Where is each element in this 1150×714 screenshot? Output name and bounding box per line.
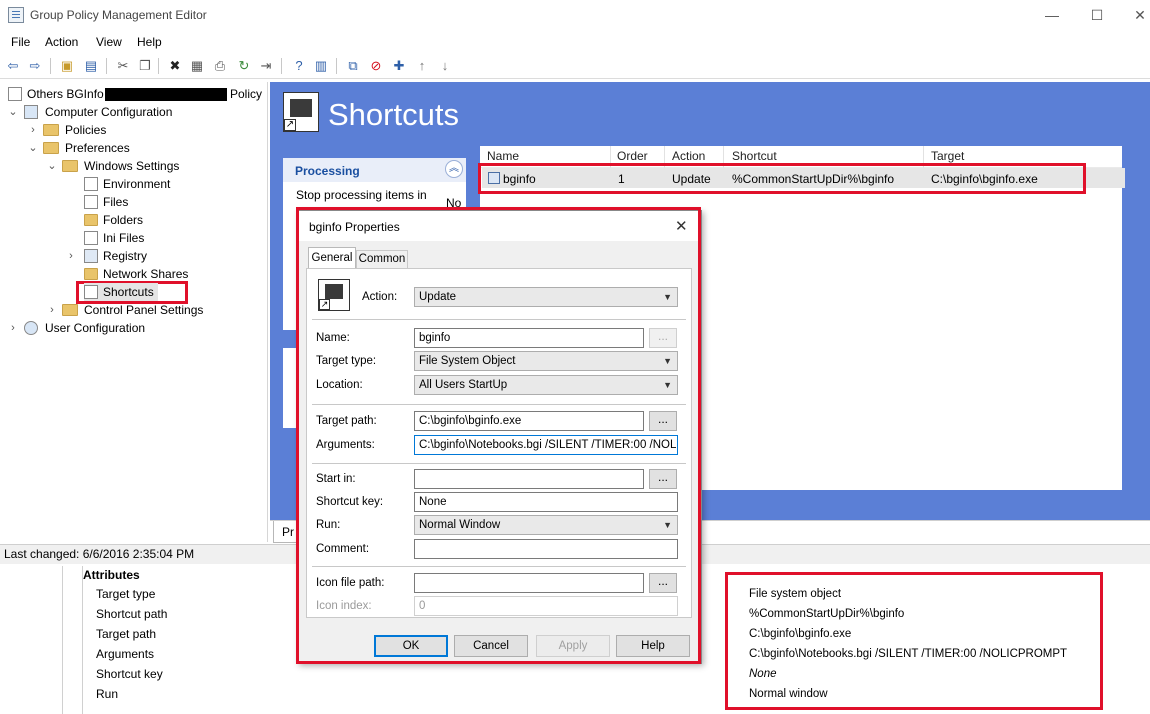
tree-label: User Configuration	[45, 321, 146, 335]
menu-help[interactable]: Help	[137, 35, 162, 49]
shortcuts-banner-icon: ↗	[283, 92, 319, 132]
title-bar: Group Policy Management Editor — ☐ ✕	[0, 0, 1150, 30]
tree-label: Environment	[103, 177, 171, 191]
folder-icon	[43, 124, 59, 136]
move-up-icon[interactable]: ↑	[413, 57, 431, 75]
export-icon[interactable]: ⇥	[257, 57, 275, 75]
folder-icon	[62, 160, 78, 172]
registry-icon	[84, 249, 98, 263]
tree-label: Shortcuts	[103, 285, 154, 299]
add-icon[interactable]: ✚	[390, 57, 408, 75]
tree-label: Folders	[103, 213, 144, 227]
second-panel	[283, 348, 297, 428]
attr-label: Target path	[96, 627, 157, 641]
help-icon[interactable]: ?	[290, 57, 308, 75]
user-icon	[24, 321, 38, 335]
redacted-block	[105, 88, 227, 101]
close-button[interactable]: ✕	[1130, 6, 1150, 24]
chevron-down-icon[interactable]: ⌄	[28, 139, 38, 157]
chevron-right-icon[interactable]: ›	[66, 247, 76, 265]
attr-label: Run	[96, 687, 119, 701]
window-title: Group Policy Management Editor	[30, 8, 207, 22]
tree-root-suffix: Policy	[230, 87, 263, 101]
files-icon	[84, 195, 98, 209]
page-title: Shortcuts	[328, 97, 459, 132]
up-folder-icon[interactable]: ▣	[58, 57, 76, 75]
copy-icon[interactable]: ❐	[136, 57, 154, 75]
refresh-icon[interactable]: ↻	[235, 57, 253, 75]
network-share-icon	[84, 268, 98, 280]
tree-label: Preferences	[65, 141, 130, 155]
attr-label: Target type	[96, 587, 156, 601]
attr-label: Shortcut key	[96, 667, 163, 681]
row-highlight	[478, 163, 1086, 194]
tree-label: Registry	[103, 249, 148, 263]
column-order[interactable]: Order	[617, 149, 648, 163]
attr-label: Shortcut path	[96, 607, 168, 621]
shortcut-icon	[84, 285, 98, 299]
processing-text: Stop processing items in	[296, 188, 427, 202]
environment-icon	[84, 177, 98, 191]
chevron-right-icon[interactable]: ›	[28, 121, 38, 139]
minimize-button[interactable]: —	[1042, 6, 1062, 24]
delete-icon[interactable]: ✖	[166, 57, 184, 75]
menu-action[interactable]: Action	[45, 35, 78, 49]
tree-label: Files	[103, 195, 129, 209]
menu-file[interactable]: File	[11, 35, 30, 49]
column-name[interactable]: Name	[487, 149, 519, 163]
back-arrow-icon[interactable]: ⇦	[4, 57, 22, 75]
ini-file-icon	[84, 231, 98, 245]
toolbar: ⇦ ⇨ ▣ ▤ ✂ ❐ ✖ ▦ ⎙ ↻ ⇥ ? ▥ ⧉ ⊘ ✚ ↑ ↓	[0, 53, 1150, 79]
dialog-highlight	[296, 207, 701, 664]
forward-arrow-icon[interactable]: ⇨	[26, 57, 44, 75]
properties-icon[interactable]: ▦	[188, 57, 206, 75]
tree-label: Windows Settings	[84, 159, 180, 173]
attributes-highlight	[725, 572, 1103, 710]
column-action[interactable]: Action	[672, 149, 705, 163]
column-shortcut[interactable]: Shortcut	[732, 149, 777, 163]
tree-root-label: Others BGInfo	[27, 87, 104, 101]
folder-icon	[84, 214, 98, 226]
view-icon[interactable]: ▥	[312, 57, 330, 75]
print-icon[interactable]: ⎙	[211, 57, 229, 75]
chevron-down-icon[interactable]: ⌄	[47, 157, 57, 175]
navigation-tree: Others BGInfo Policy ⌄ Computer Configur…	[0, 82, 268, 542]
folder-icon	[62, 304, 78, 316]
menu-bar: File Action View Help	[0, 32, 1150, 52]
attributes-header: Attributes	[83, 568, 140, 582]
attr-label: Arguments	[96, 647, 155, 661]
column-target[interactable]: Target	[931, 149, 964, 163]
maximize-button[interactable]: ☐	[1087, 6, 1107, 24]
show-tree-icon[interactable]: ▤	[82, 57, 100, 75]
disable-icon[interactable]: ⊘	[367, 57, 385, 75]
new-item-icon[interactable]: ⧉	[344, 57, 362, 75]
cut-icon[interactable]: ✂	[114, 57, 132, 75]
folder-icon	[43, 142, 59, 154]
chevron-right-icon[interactable]: ›	[47, 301, 57, 319]
tree-label: Computer Configuration	[45, 105, 173, 119]
processing-title: Processing	[295, 164, 360, 178]
tree-shortcuts[interactable]: Shortcuts	[84, 283, 158, 301]
computer-icon	[24, 105, 38, 119]
menu-view[interactable]: View	[96, 35, 122, 49]
tree-label: Ini Files	[103, 231, 145, 245]
move-down-icon[interactable]: ↓	[436, 57, 454, 75]
gpo-icon	[8, 87, 22, 101]
chevron-down-icon[interactable]: ⌄	[8, 103, 18, 121]
last-changed: Last changed: 6/6/2016 2:35:04 PM	[4, 547, 195, 561]
chevron-right-icon[interactable]: ›	[8, 319, 18, 337]
tree-label: Control Panel Settings	[84, 303, 204, 317]
app-icon	[8, 7, 24, 23]
tree-label: Policies	[65, 123, 107, 137]
collapse-icon[interactable]: ︽	[445, 160, 463, 178]
